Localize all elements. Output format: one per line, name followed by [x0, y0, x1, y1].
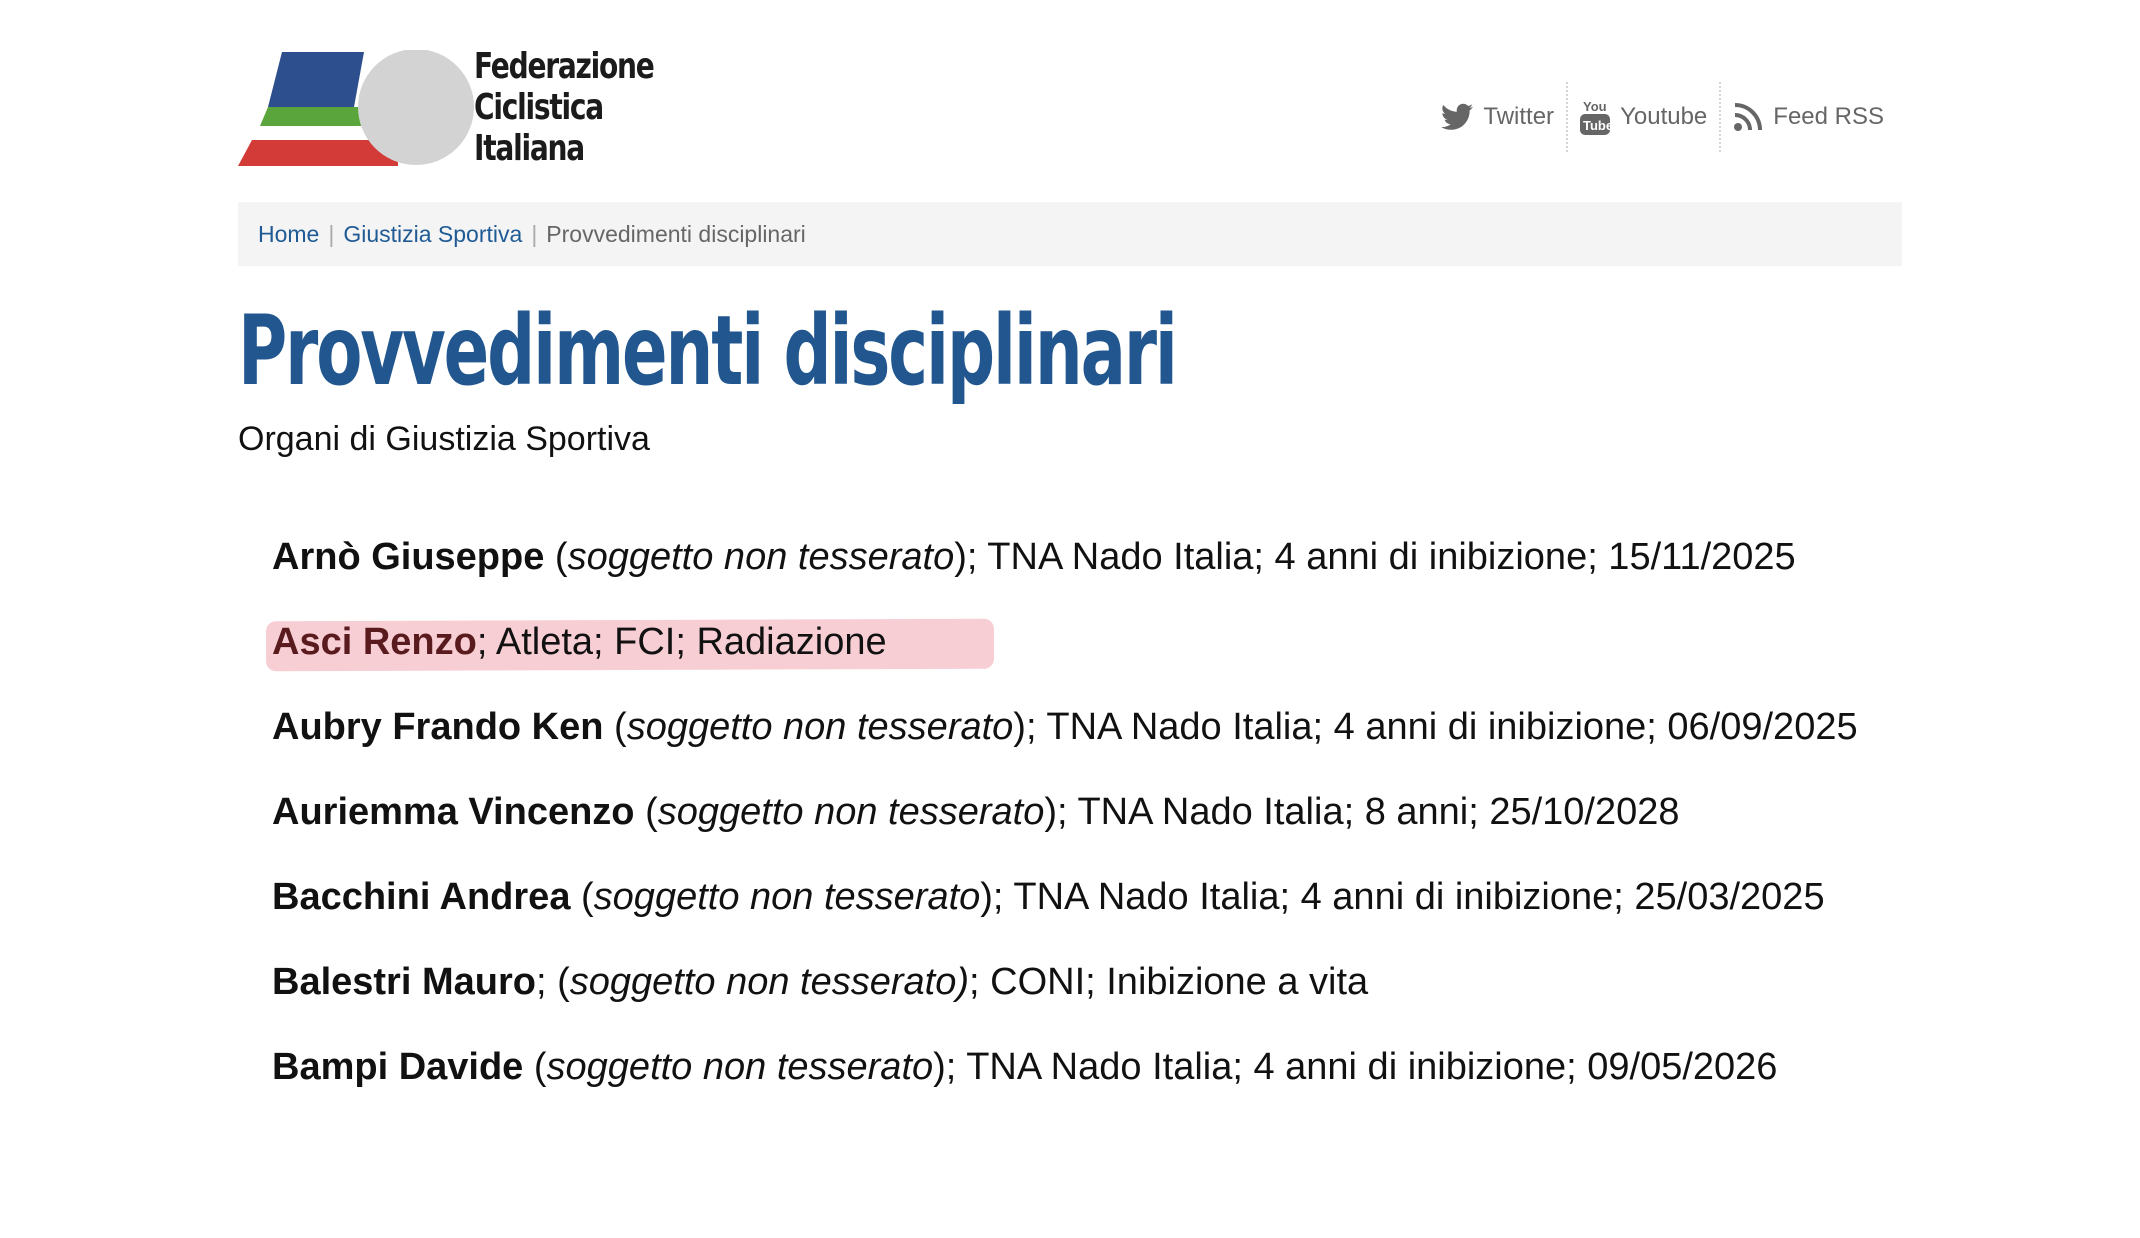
entry-name: Aubry Frando Ken: [272, 706, 604, 748]
entry-pre: (: [570, 876, 594, 918]
youtube-link[interactable]: You Tube Youtube: [1566, 82, 1719, 152]
logo-wordmark[interactable]: Federazione Ciclistica Italiana: [474, 46, 655, 169]
entry-pre: (: [544, 536, 568, 578]
youtube-label: Youtube: [1620, 103, 1708, 130]
twitter-bird-icon: [1441, 103, 1474, 130]
social-links: Twitter You Tube Youtube Feed RSS: [1429, 82, 1896, 152]
entry-pre: ; Atleta; FCI; Radiazione: [476, 621, 887, 663]
twitter-link[interactable]: Twitter: [1429, 82, 1566, 152]
breadcrumb-current: Provvedimenti disciplinari: [546, 220, 806, 247]
entry-name: Bacchini Andrea: [272, 876, 571, 918]
breadcrumb-separator: |: [328, 220, 335, 247]
breadcrumb-giustizia-sportiva[interactable]: Giustizia Sportiva: [343, 221, 522, 248]
logo-line-2: Ciclistica: [474, 87, 604, 128]
rss-icon: [1734, 103, 1763, 131]
entry-pre: (: [523, 1046, 547, 1088]
entry-status: soggetto non tesserato: [593, 876, 981, 918]
svg-text:You: You: [1583, 99, 1607, 114]
logo-line-3: Italiana: [474, 128, 585, 169]
entry-details: ; CONI; Inibizione a vita: [969, 961, 1369, 1003]
breadcrumb-home[interactable]: Home: [258, 221, 319, 248]
list-item: Bacchini Andrea (soggetto non tesserato)…: [272, 868, 1892, 926]
list-item-highlighted: Asci Renzo; Atleta; FCI; Radiazione: [272, 613, 1892, 671]
entry-name: Bampi Davide: [272, 1046, 524, 1088]
entry-details: ); TNA Nado Italia; 8 anni; 25/10/2028: [1044, 791, 1680, 833]
twitter-label: Twitter: [1483, 103, 1555, 130]
list-item: Bampi Davide (soggetto non tesserato); T…: [272, 1038, 1892, 1096]
list-item: Aubry Frando Ken (soggetto non tesserato…: [272, 698, 1892, 756]
entry-status: soggetto non tesserato: [626, 706, 1014, 748]
entry-details: ); TNA Nado Italia; 4 anni di inibizione…: [933, 1046, 1778, 1088]
entry-name: Auriemma Vincenzo: [272, 791, 635, 833]
svg-text:Tube: Tube: [1583, 118, 1610, 133]
disciplinary-list: Arnò Giuseppe (soggetto non tesserato); …: [272, 528, 1892, 1123]
youtube-icon: You Tube: [1580, 99, 1611, 135]
entry-details: ); TNA Nado Italia; 4 anni di inibizione…: [980, 876, 1825, 918]
entry-status: soggetto non tesserato: [657, 791, 1045, 833]
logo-line-1: Federazione: [474, 46, 655, 87]
entry-name: Asci Renzo: [272, 621, 477, 663]
list-item: Balestri Mauro; (soggetto non tesserato)…: [272, 953, 1892, 1011]
rss-link[interactable]: Feed RSS: [1719, 82, 1896, 152]
breadcrumb-separator: |: [531, 220, 538, 247]
entry-pre: (: [634, 791, 658, 833]
entry-name: Arnò Giuseppe: [272, 536, 545, 578]
page: Federazione Ciclistica Italiana Twitter …: [0, 0, 2140, 1238]
entry-pre: (: [603, 706, 627, 748]
page-subtitle: Organi di Giustizia Sportiva: [238, 420, 650, 458]
breadcrumb: Home | Giustizia Sportiva | Provvediment…: [238, 202, 1902, 266]
entry-name: Balestri Mauro: [272, 961, 536, 1003]
page-title: Provvedimenti disciplinari: [238, 295, 1178, 407]
list-item: Auriemma Vincenzo (soggetto non tesserat…: [272, 783, 1892, 841]
rss-label: Feed RSS: [1773, 103, 1884, 130]
entry-pre: ; (: [535, 961, 570, 1003]
list-item: Arnò Giuseppe (soggetto non tesserato); …: [272, 528, 1892, 586]
entry-status: soggetto non tesserato: [546, 1046, 934, 1088]
entry-status: soggetto non tesserato: [567, 536, 955, 578]
entry-details: ); TNA Nado Italia; 4 anni di inibizione…: [1013, 706, 1858, 748]
entry-status: soggetto non tesserato): [569, 961, 970, 1003]
entry-details: ); TNA Nado Italia; 4 anni di inibizione…: [954, 536, 1796, 578]
